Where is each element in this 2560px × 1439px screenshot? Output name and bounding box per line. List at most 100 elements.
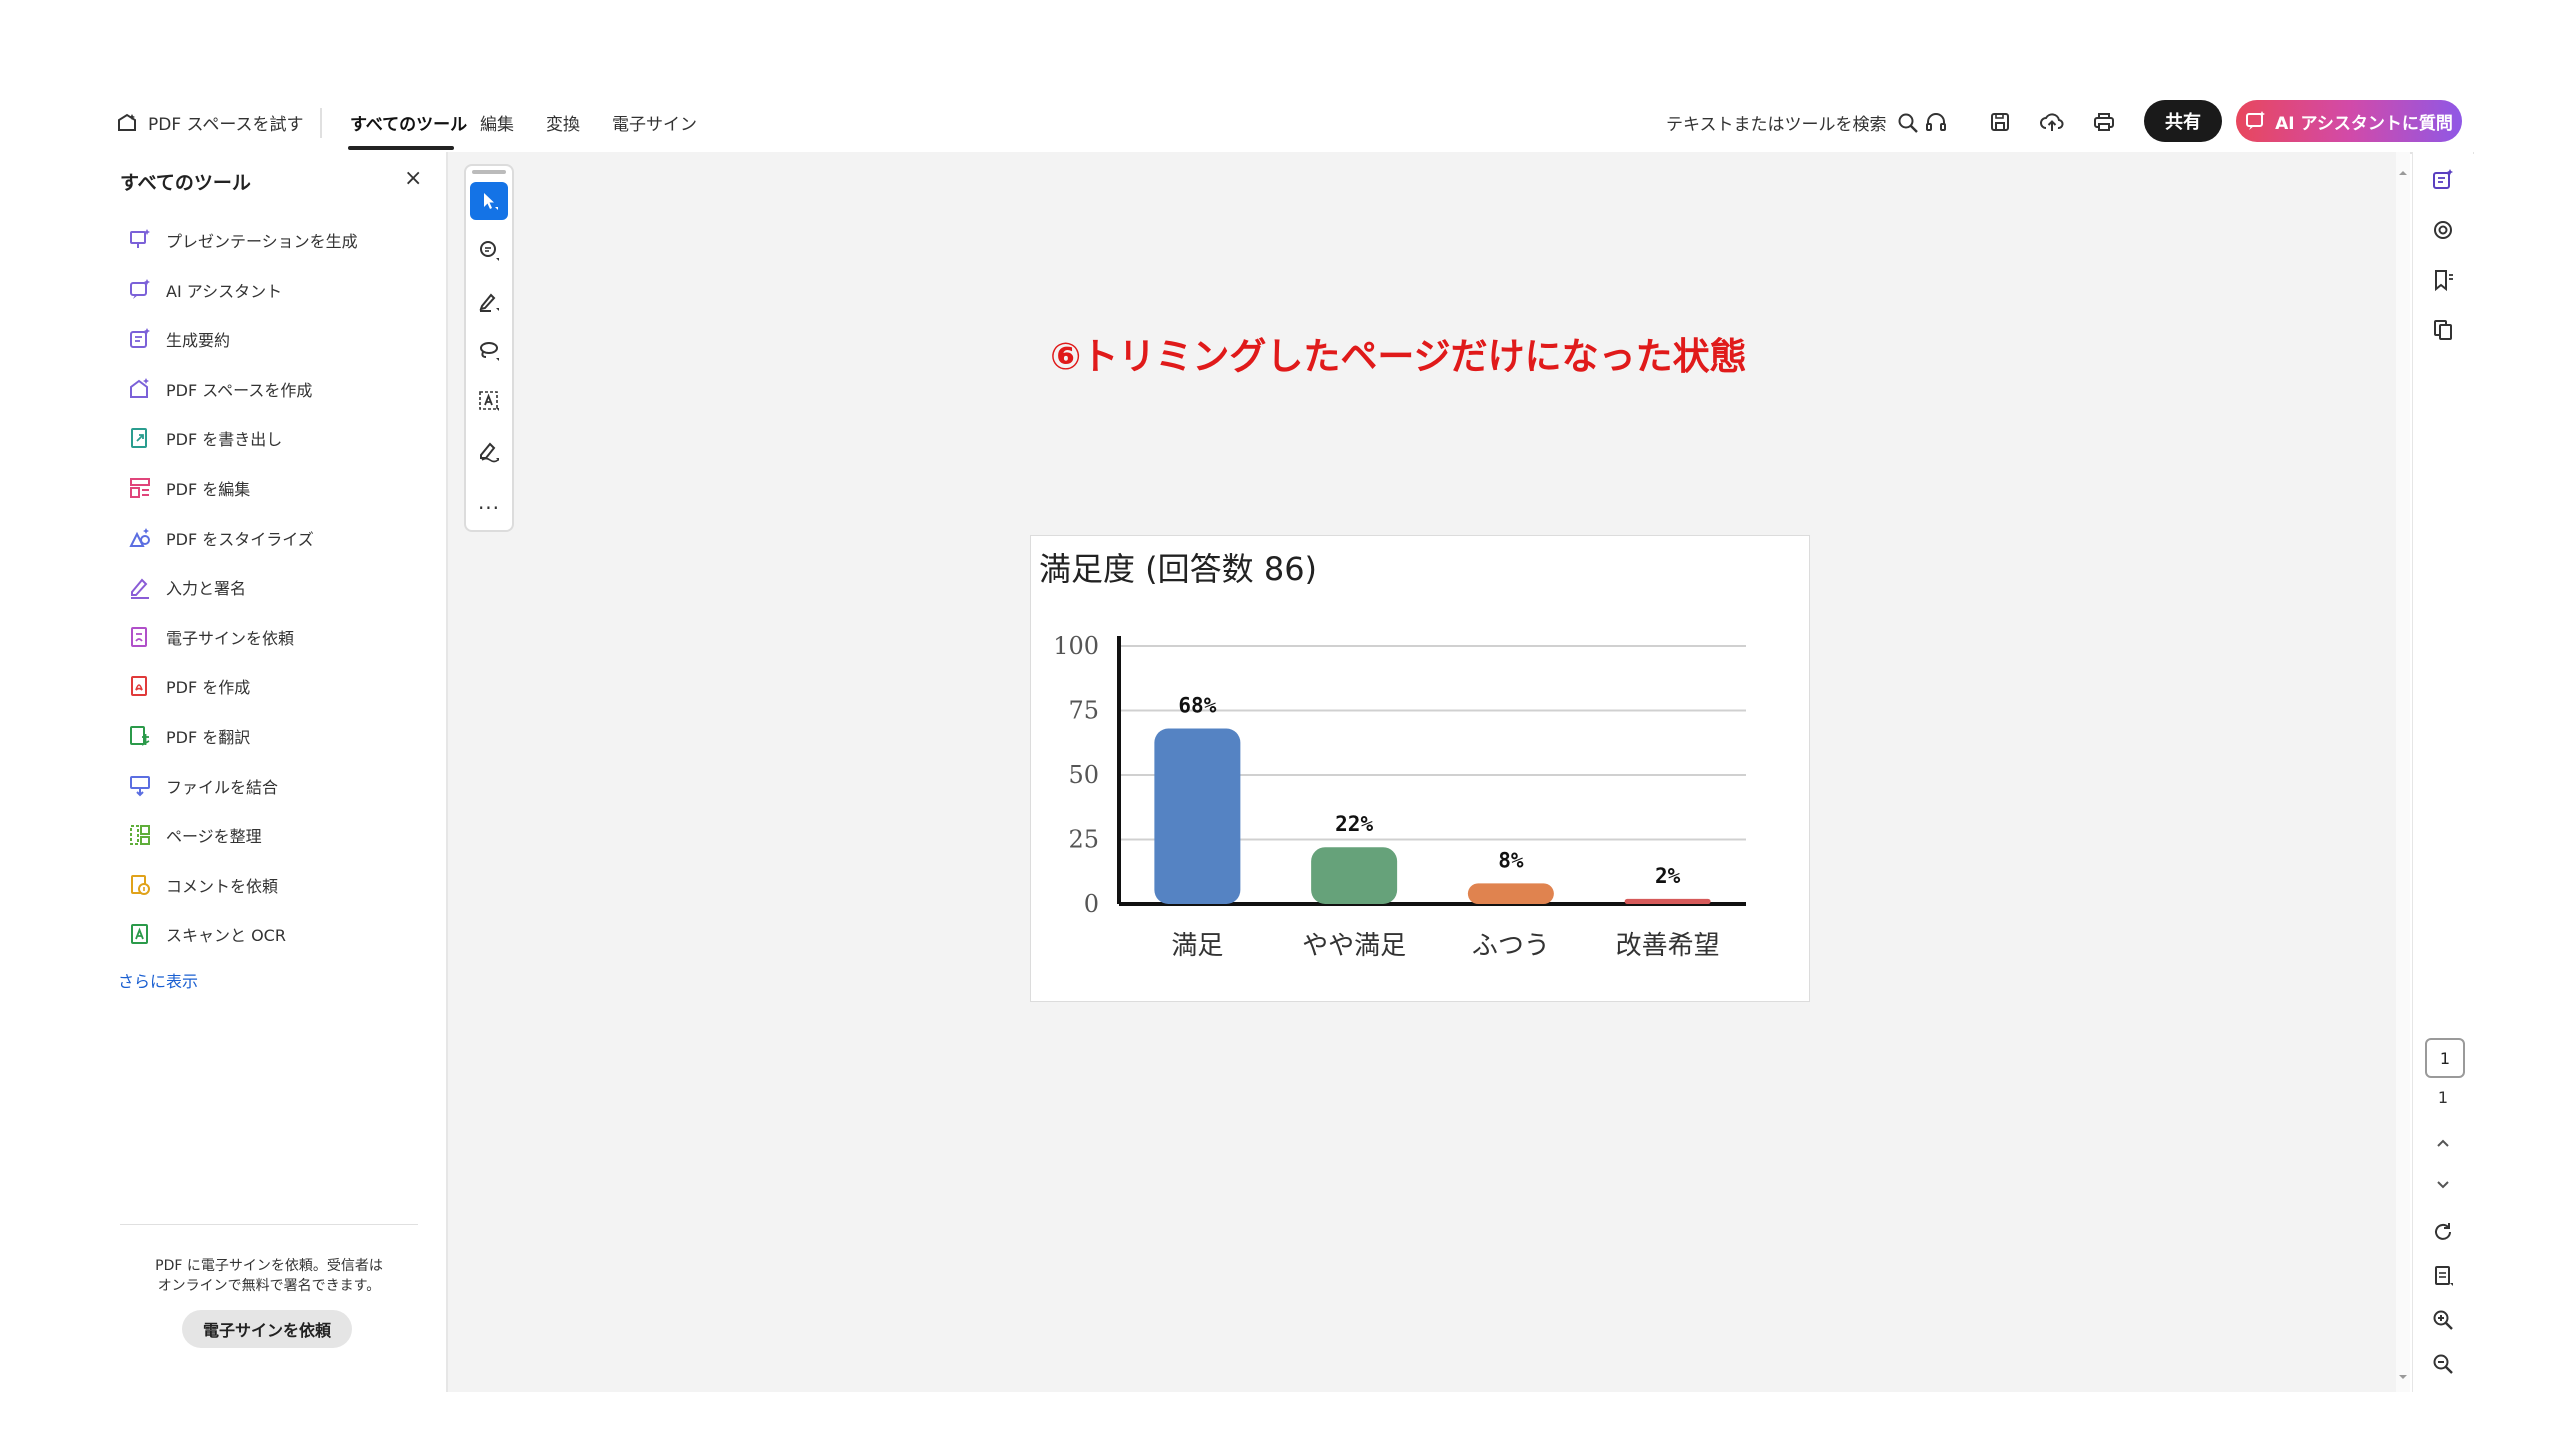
y-tick-label: 50 <box>1068 761 1099 789</box>
save-icon[interactable] <box>1984 106 2016 138</box>
y-tick-label: 0 <box>1084 890 1099 918</box>
draw-tool-icon[interactable] <box>470 432 508 470</box>
sidebar-item-label: PDF を翻訳 <box>166 728 251 747</box>
highlight-tool-icon[interactable] <box>470 282 508 320</box>
rotate-icon[interactable] <box>2427 1216 2459 1248</box>
x-tick-label: やや満足 <box>1302 931 1406 961</box>
toolbar-divider <box>320 108 322 138</box>
copy-pages-icon[interactable] <box>2427 314 2459 346</box>
sidebar-item[interactable]: 入力と署名 <box>128 569 246 605</box>
pdf-space-try-button[interactable]: PDF スペースを試す <box>116 110 303 135</box>
data-label: 22% <box>1335 812 1373 836</box>
more-tools-button[interactable]: ... <box>466 490 512 514</box>
chevron-up-icon[interactable] <box>2427 1128 2459 1160</box>
ai-assistant-button[interactable]: AI アシスタントに質問 <box>2236 100 2462 142</box>
active-tab-indicator <box>348 146 454 150</box>
page-fit-icon[interactable] <box>2427 1260 2459 1292</box>
scan-ocr-icon <box>131 924 148 945</box>
sidebar-item-label: ファイルを結合 <box>166 777 279 797</box>
sidebar-item[interactable]: AI アシスタント <box>128 272 282 308</box>
show-more-link[interactable]: さらに表示 <box>118 968 198 992</box>
sidebar-item[interactable]: PDF を編集 <box>128 470 250 506</box>
tab-all-tools[interactable]: すべてのツール <box>350 110 467 135</box>
top-toolbar: PDF スペースを試す すべてのツール 編集 変換 電子サイン テキストまたはツ… <box>98 96 2474 154</box>
ai-summary-icon[interactable] <box>2427 164 2459 196</box>
sidebar-item-label: PDF を書き出し <box>166 430 283 450</box>
sidebar-item[interactable]: 生成要約 <box>128 321 230 357</box>
tab-convert[interactable]: 変換 <box>546 110 580 135</box>
data-label: 8% <box>1498 848 1524 872</box>
pdf-space-icon <box>130 377 149 398</box>
page-total: 1 <box>2437 1088 2449 1107</box>
sidebar-item[interactable]: ページを整理 <box>128 817 262 853</box>
sidebar-item-label: コメントを依頼 <box>166 876 279 896</box>
scroll-up-arrow-icon[interactable] <box>2396 166 2410 180</box>
export-pdf-icon <box>131 428 147 449</box>
request-comment-icon <box>131 874 150 895</box>
lasso-tool-icon[interactable] <box>470 332 508 370</box>
print-icon[interactable] <box>2088 106 2120 138</box>
y-tick-label: 25 <box>1068 826 1099 854</box>
headphones-icon[interactable] <box>1920 106 1952 138</box>
sidebar-item[interactable]: ファイルを結合 <box>128 768 278 804</box>
footer-divider <box>120 1224 418 1225</box>
chart-image: 満足度 (回答数 86) 0 25 50 75 100 68% 満足 22% やや満足 8% ふつう… <box>1030 535 1810 1002</box>
search-icon <box>1898 113 1918 133</box>
stylize-icon <box>129 527 150 547</box>
x-tick-label: 改善希望 <box>1616 931 1720 961</box>
presentation-icon <box>130 229 150 248</box>
y-tick-label: 75 <box>1068 697 1099 725</box>
sidebar-item[interactable]: PDF を翻訳 <box>128 718 250 754</box>
page-number-field[interactable]: 1 <box>2425 1038 2465 1078</box>
sidebar-item-label: PDF を編集 <box>166 480 251 499</box>
drag-handle[interactable] <box>472 170 506 174</box>
chevron-down-icon[interactable] <box>2427 1168 2459 1200</box>
sidebar-item-label: ページを整理 <box>166 827 262 847</box>
cloud-upload-icon[interactable] <box>2036 106 2068 138</box>
zoom-out-icon[interactable] <box>2427 1348 2459 1380</box>
sidebar-item[interactable]: PDF を書き出し <box>128 420 282 456</box>
scroll-down-arrow-icon[interactable] <box>2396 1370 2410 1384</box>
data-label: 2% <box>1655 864 1681 888</box>
sidebar-item[interactable]: PDF を作成 <box>128 668 250 704</box>
comment-tool-icon[interactable] <box>470 232 508 270</box>
create-pdf-icon <box>131 676 147 697</box>
text-select-icon[interactable] <box>470 382 508 420</box>
select-tool-icon[interactable] <box>470 182 508 220</box>
close-icon[interactable]: × <box>404 166 422 191</box>
satisfaction-bar-chart: 満足度 (回答数 86) 0 25 50 75 100 68% 満足 22% やや満足 8% ふつう… <box>1039 550 1746 961</box>
combine-icon <box>130 775 150 797</box>
edit-pdf-icon <box>130 478 150 498</box>
pdf-space-icon <box>118 113 136 131</box>
request-esign-icon <box>131 626 147 647</box>
share-button[interactable]: 共有 <box>2144 100 2222 142</box>
sidebar-item[interactable]: コメントを依頼 <box>128 867 278 903</box>
translate-icon <box>130 726 150 746</box>
sidebar-item[interactable]: 電子サインを依頼 <box>128 619 294 655</box>
search-tools-button[interactable]: テキストまたはツールを検索 <box>1666 110 1919 135</box>
pdf-space-try-label: PDF スペースを試す <box>148 115 304 135</box>
tab-edit[interactable]: 編集 <box>480 110 514 135</box>
request-esign-button[interactable]: 電子サインを依頼 <box>182 1310 352 1348</box>
chart-title: 満足度 (回答数 86) <box>1039 550 1317 588</box>
vertical-scrollbar[interactable] <box>2396 152 2410 1392</box>
comment-panel-icon[interactable] <box>2427 214 2459 246</box>
right-rail: 1 1 <box>2412 152 2473 1392</box>
data-label: 68% <box>1178 694 1216 718</box>
quick-tools-strip: ... <box>464 164 514 532</box>
bar <box>1311 847 1398 904</box>
bookmark-icon[interactable] <box>2427 264 2459 296</box>
sidebar-item[interactable]: プレゼンテーションを生成 <box>128 222 358 258</box>
zoom-in-icon[interactable] <box>2427 1304 2459 1336</box>
all-tools-panel: すべてのツール × プレゼンテーションを生成 AI アシスタント 生成要約 PDF ス… <box>98 152 448 1392</box>
tab-esign[interactable]: 電子サイン <box>612 110 697 135</box>
bar <box>1154 728 1241 904</box>
sidebar-item-label: 入力と署名 <box>166 579 247 599</box>
summary-icon <box>130 328 150 349</box>
search-label: テキストまたはツールを検索 <box>1666 115 1887 135</box>
panel-title: すべてのツール <box>120 172 251 194</box>
sidebar-item[interactable]: PDF をスタイライズ <box>128 520 314 556</box>
x-tick-label: 満足 <box>1171 931 1223 961</box>
sidebar-item[interactable]: スキャンと OCR <box>128 916 286 952</box>
sidebar-item[interactable]: PDF スペースを作成 <box>128 371 312 407</box>
